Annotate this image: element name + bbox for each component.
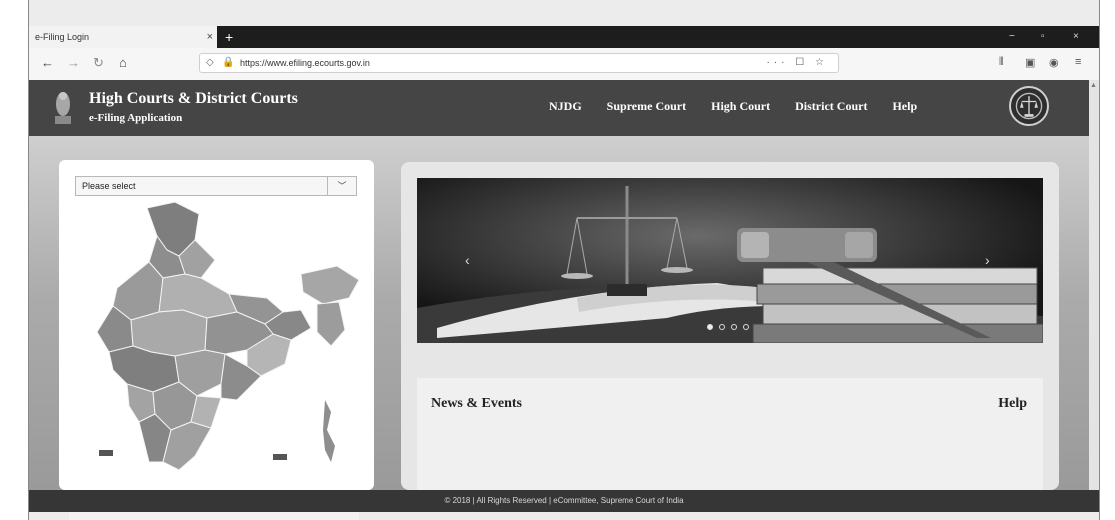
carousel-prev-button[interactable]: ‹ [465,252,470,268]
lock-icon: 🔒 [222,57,235,68]
carousel-indicator[interactable] [731,324,737,330]
india-map[interactable] [87,200,367,470]
nav-link-njdg[interactable]: NJDG [549,99,582,113]
carousel-indicator[interactable] [707,324,713,330]
nav-link-help[interactable]: Help [892,99,917,113]
window-close-button[interactable]: × [1073,26,1079,48]
chevron-down-icon: ﹀ [327,177,356,195]
top-nav: NJDG Supreme Court High Court District C… [549,99,939,114]
news-events-heading: News & Events [431,396,522,411]
nav-link-district-court[interactable]: District Court [795,99,867,113]
site-subtitle: e-Filing Application [89,112,183,124]
map-island-label [273,454,287,460]
map-island-label [99,450,113,456]
emblem-icon [55,92,71,124]
court-logo-icon [1009,86,1049,126]
carousel-next-button[interactable]: › [985,252,990,268]
tab-title: e-Filing Login [35,32,90,42]
url-bar[interactable]: ◇ 🔒 https://www.efiling.ecourts.gov.in ·… [199,53,839,73]
forward-arrow-icon[interactable]: → [67,54,80,72]
carousel-indicator[interactable] [719,324,725,330]
back-arrow-icon[interactable]: ← [41,54,54,72]
main-panel: ‹ › News & Events Help [401,162,1059,490]
map-state-region [300,265,360,305]
state-map-panel: Please select ﹀ [59,160,374,490]
menu-icon[interactable]: ≡ [1075,56,1081,68]
state-select-value: Please select [82,181,136,191]
tab-strip: e-Filing Login × + − ▫ × [29,26,1099,48]
nav-link-high-court[interactable]: High Court [711,99,770,113]
url-text: https://www.efiling.ecourts.gov.in [240,58,370,68]
shield-icon: ◇ [206,57,214,68]
home-icon[interactable]: ⌂ [119,54,127,72]
site-footer: © 2018 | All Rights Reserved | eCommitte… [29,490,1099,512]
footer-text: © 2018 | All Rights Reserved | eCommitte… [444,496,684,505]
extension-icon[interactable]: ◉ [1049,56,1059,69]
carousel-image [417,178,1043,343]
site-header: High Courts & District Courts e-Filing A… [29,80,1099,136]
map-state-region [316,301,346,347]
image-carousel[interactable]: ‹ › [417,178,1043,343]
new-tab-button[interactable]: + [225,26,233,48]
page-scrollbar[interactable] [1089,80,1099,490]
minimize-button[interactable]: − [1009,26,1015,48]
site-title: High Courts & District Courts [89,90,298,107]
carousel-indicator[interactable] [743,324,749,330]
sidebar-icon[interactable]: ▣ [1025,56,1035,69]
browser-window: e-Filing Login × + − ▫ × ← → ↻ ⌂ ◇ 🔒 htt… [28,0,1100,520]
nav-link-supreme-court[interactable]: Supreme Court [607,99,686,113]
maximize-button[interactable]: ▫ [1041,26,1045,48]
map-islands [323,400,335,462]
page-below-fold [69,512,359,520]
scroll-up-icon[interactable]: ▲ [1090,82,1097,89]
tab-close-icon[interactable]: × [207,26,213,48]
browser-toolbar: ← → ↻ ⌂ ◇ 🔒 https://www.efiling.ecourts.… [29,48,1099,81]
news-events-panel: News & Events Help [417,378,1043,490]
state-select[interactable]: Please select ﹀ [75,176,357,196]
library-icon[interactable]: ⫴ [999,56,1004,69]
page-actions-icon[interactable]: ··· ☐ ☆ [767,54,828,72]
browser-tab[interactable]: e-Filing Login × [29,26,217,48]
reload-icon[interactable]: ↻ [93,54,104,72]
help-heading[interactable]: Help [998,396,1027,412]
